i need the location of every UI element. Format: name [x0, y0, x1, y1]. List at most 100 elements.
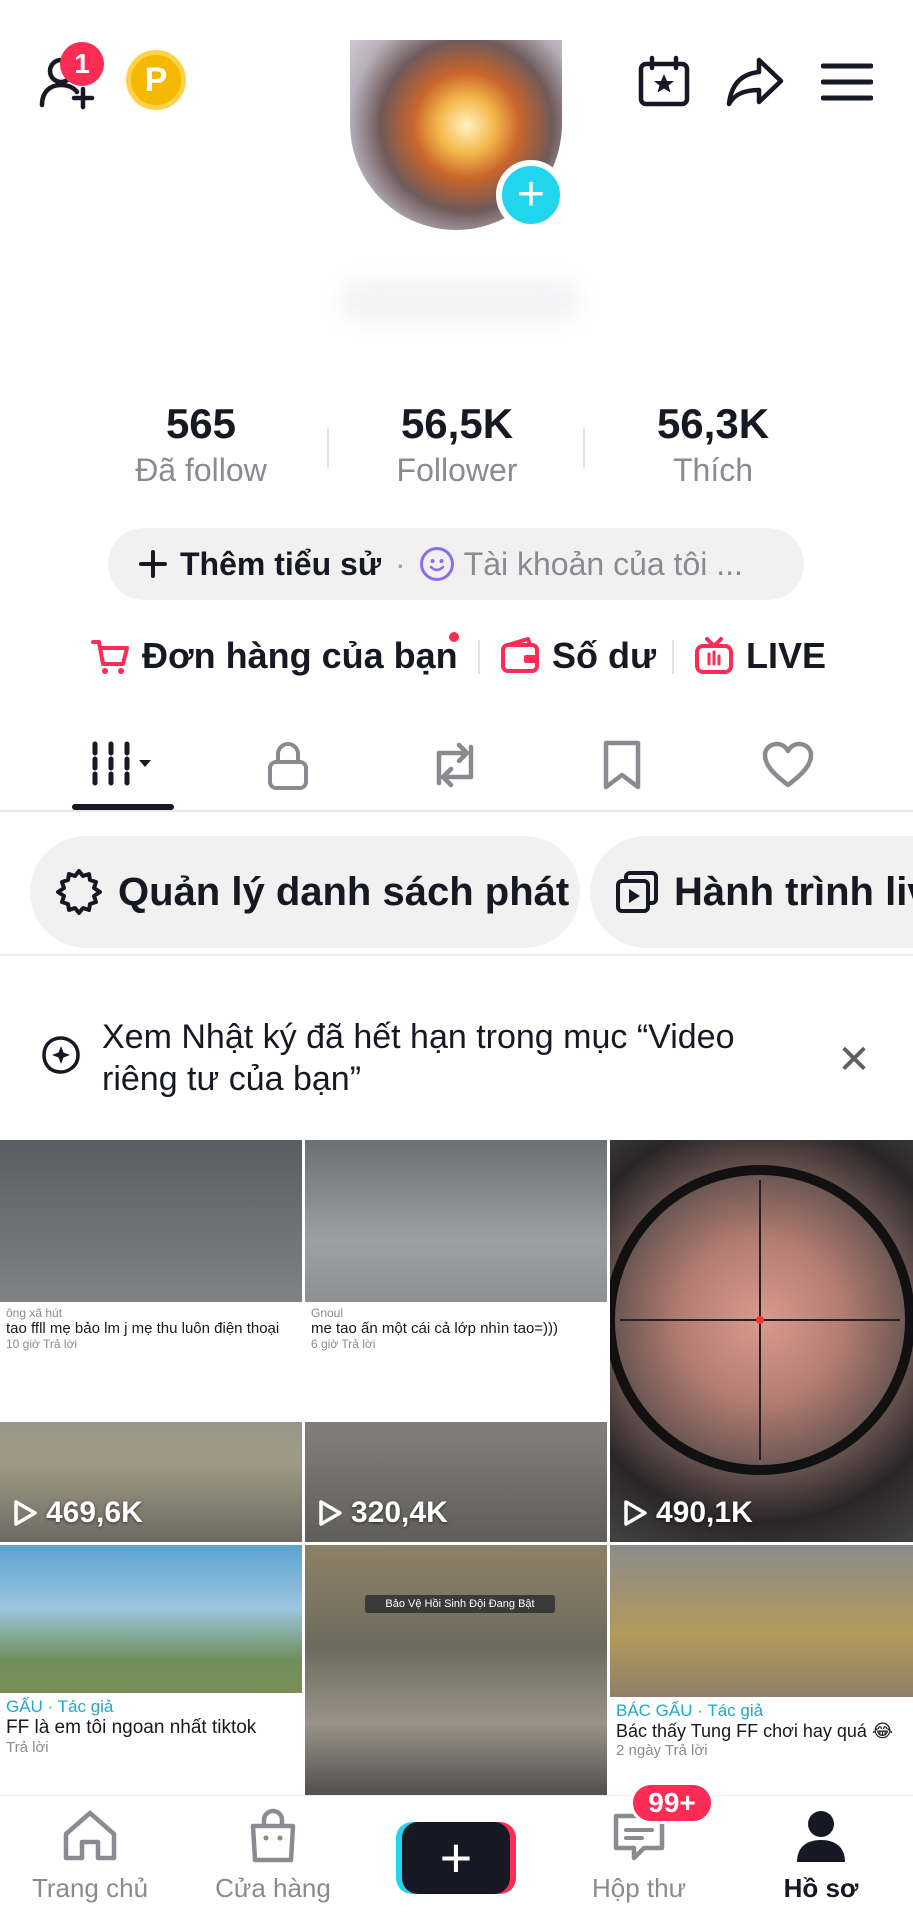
coin-label: P — [144, 60, 168, 99]
view-count-text: 469,6K — [46, 1496, 143, 1529]
comment-text: tao ffll mẹ bảo lm j mẹ thu luôn điện th… — [6, 1320, 280, 1337]
tab-saved[interactable] — [572, 730, 672, 800]
video-thumbnail[interactable]: ông xã hút tao ffll mẹ bảo lm j mẹ thu l… — [0, 1140, 302, 1542]
stat-label: Thích — [672, 452, 754, 488]
orders-link[interactable]: Đơn hàng của bạn — [90, 628, 458, 684]
profile-stats: 565 Đã follow 56,5K Follower 56,3K Thích — [0, 400, 913, 500]
create-button[interactable]: + — [402, 1822, 510, 1894]
add-bio-button[interactable]: Thêm tiểu sử — [180, 546, 381, 583]
notice-text[interactable]: Xem Nhật ký đã hết hạn trong mục “Video … — [102, 1016, 802, 1100]
live-journey-label: Hành trình liv — [674, 869, 913, 914]
shopping-bag-icon — [250, 1808, 296, 1863]
view-count-text: 320,4K — [351, 1496, 448, 1529]
stat-divider — [327, 428, 329, 468]
nav-profile-label: Hồ sơ — [783, 1873, 859, 1903]
close-notice-button[interactable]: ✕ — [834, 1038, 874, 1082]
view-count-text: 490,1K — [656, 1496, 753, 1529]
link-divider — [672, 640, 674, 674]
tab-liked[interactable] — [738, 730, 838, 800]
comment-user: ông xã hút — [6, 1306, 63, 1320]
nav-home[interactable]: Trang chủ — [15, 1808, 165, 1904]
comment-overlay: GẤU · Tác giả FF là em tôi ngoan nhất ti… — [0, 1693, 302, 1800]
my-account-link[interactable]: Tài khoản của tôi ... — [464, 546, 743, 583]
comment-meta: Trả lời — [6, 1739, 49, 1756]
home-icon — [63, 1810, 117, 1861]
nav-shop[interactable]: Cửa hàng — [198, 1808, 348, 1904]
tab-private[interactable] — [238, 730, 338, 800]
action-chips: Quản lý danh sách phát Hành trình liv — [0, 836, 913, 956]
stat-following[interactable]: 565 Đã follow — [96, 400, 306, 489]
bio-separator: · — [394, 545, 406, 582]
stat-value: 56,5K — [400, 400, 514, 447]
video-thumbnail[interactable]: BÁC GẤU · Tác giả Bác thấy Tung FF chơi … — [610, 1545, 913, 1800]
share-arrow-icon — [726, 57, 784, 107]
inbox-badge: 99+ — [630, 1782, 714, 1824]
expired-diary-notice: Xem Nhật ký đã hết hạn trong mục “Video … — [0, 1010, 913, 1110]
video-thumbnail[interactable]: GẤU · Tác giả FF là em tôi ngoan nhất ti… — [0, 1545, 302, 1800]
stat-label: Đã follow — [135, 452, 267, 488]
manage-playlist-chip[interactable]: Quản lý danh sách phát — [30, 836, 580, 948]
share-button[interactable] — [722, 50, 788, 114]
video-thumbnail[interactable]: 490,1K — [610, 1140, 913, 1542]
top-bar: 1 P + — [0, 0, 913, 322]
stat-value: 56,3K — [656, 400, 770, 447]
comment-text: Bác thấy Tung FF chơi hay quá 😂 — [616, 1721, 893, 1741]
comment-meta: 2 ngày Trả lời — [616, 1742, 708, 1759]
comment-text: FF là em tôi ngoan nhất tiktok — [6, 1717, 257, 1738]
comment-user: Gnoul — [311, 1306, 344, 1320]
comment-meta: 10 giờ Trả lời — [6, 1337, 78, 1351]
stat-label: Follower — [396, 452, 518, 488]
video-thumbnail[interactable]: Gnoul me tao ấn một cái cả lớp nhìn tao=… — [305, 1140, 607, 1542]
view-count: 490,1K — [622, 1496, 753, 1530]
menu-button[interactable] — [816, 52, 878, 112]
bio-pill[interactable]: Thêm tiểu sử · Tài khoản của tôi ... — [108, 528, 804, 600]
comment-text: me tao ấn một cái cả lớp nhìn tao=))) — [311, 1320, 559, 1337]
orders-label: Đơn hàng của bạn — [142, 635, 458, 676]
play-icon — [14, 1500, 37, 1526]
nav-home-label: Trang chủ — [31, 1873, 149, 1903]
live-journey-chip[interactable]: Hành trình liv — [590, 836, 913, 948]
stat-divider — [583, 428, 585, 468]
sparkle-diary-icon — [42, 1036, 80, 1074]
comment-meta: 6 giờ Trả lời — [311, 1337, 376, 1351]
play-icon — [319, 1500, 342, 1526]
comment-overlay: ông xã hút tao ffll mẹ bảo lm j mẹ thu l… — [0, 1302, 302, 1422]
calendar-star-icon — [638, 55, 690, 107]
coin-icon[interactable]: P — [126, 50, 186, 110]
view-count: 320,4K — [317, 1496, 448, 1530]
comment-user: BÁC GẤU · Tác giả — [616, 1701, 764, 1720]
plus-icon — [139, 550, 167, 578]
manage-playlist-label: Quản lý danh sách phát — [118, 869, 570, 914]
calendar-button[interactable] — [632, 50, 696, 114]
username-blurred — [340, 280, 580, 322]
nav-inbox-label: Hộp thư — [591, 1873, 686, 1903]
balance-label: Số dư — [552, 635, 657, 676]
tab-reposts[interactable] — [405, 730, 505, 800]
nav-profile[interactable]: Hồ sơ — [746, 1808, 896, 1904]
game-overlay-banner: Bảo Vệ Hồi Sinh Đội Đang Bật — [365, 1595, 555, 1613]
nav-shop-label: Cửa hàng — [215, 1873, 331, 1903]
repost-icon — [436, 742, 474, 788]
gear-icon — [56, 869, 102, 915]
video-grid: ông xã hút tao ffll mẹ bảo lm j mẹ thu l… — [0, 1140, 913, 1800]
friend-request-badge: 1 — [60, 42, 104, 86]
video-thumbnail[interactable]: Bảo Vệ Hồi Sinh Đội Đang Bật — [305, 1545, 607, 1800]
stat-likes[interactable]: 56,3K Thích — [608, 400, 818, 489]
wallet-icon — [501, 637, 539, 673]
cart-icon — [91, 640, 129, 674]
tab-videos[interactable] — [72, 730, 172, 800]
active-tab-indicator — [72, 804, 174, 810]
heart-icon — [762, 741, 814, 788]
stat-followers[interactable]: 56,5K Follower — [352, 400, 562, 489]
avatar-add-button[interactable]: + — [496, 160, 566, 230]
balance-link[interactable]: Số dư — [500, 628, 656, 684]
comment-user: GẤU · Tác giả — [6, 1697, 114, 1716]
grid-dropdown-icon — [92, 741, 151, 789]
content-tabs — [0, 720, 913, 812]
video-collection-icon — [616, 871, 658, 913]
quick-links: Đơn hàng của bạn Số dư LIVE — [0, 628, 913, 684]
live-tv-icon — [695, 637, 733, 674]
live-link[interactable]: LIVE — [694, 628, 826, 684]
view-count: 469,6K — [12, 1496, 143, 1530]
lock-icon — [268, 742, 308, 790]
